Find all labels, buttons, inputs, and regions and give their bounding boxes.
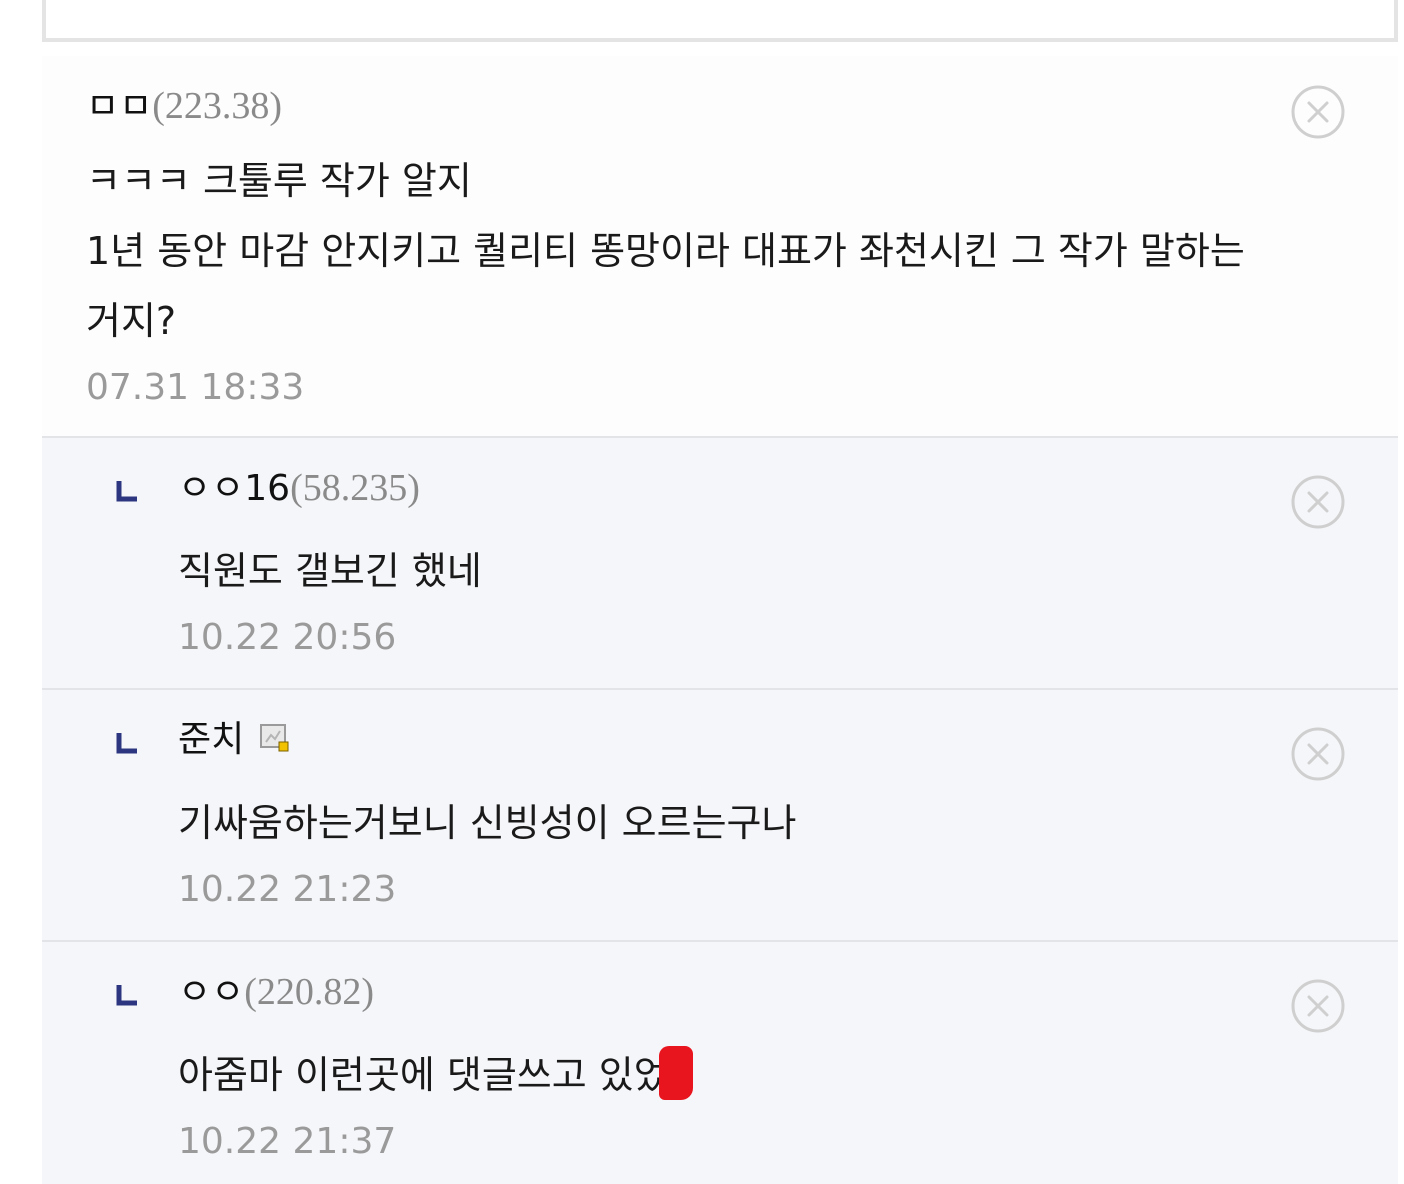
delete-reply-button[interactable] [1290,474,1346,530]
reply-item: ㅇㅇ(220.82) 아줌마 이런곳에 댓글쓰고 있었 10.22 21:37 [42,940,1398,1184]
ip-address: (223.38) [152,85,283,127]
reply-author: 준치 [178,718,290,762]
reply-timestamp: 10.22 20:56 [178,617,397,658]
comment-timestamp: 07.31 18:33 [86,367,305,408]
comment-input-box[interactable] [42,0,1398,42]
fixed-nickname-icon [260,720,290,752]
reply-text-line: 아줌마 이런곳에 댓글쓰고 있었 [178,1040,1338,1110]
delete-reply-button[interactable] [1290,726,1346,782]
reply-arrow-icon [116,481,137,502]
comment-item: ㅁㅁ(223.38) ㅋㅋㅋ 크툴루 작가 알지 1년 동안 마감 안지키고 퀄… [42,56,1398,436]
nickname[interactable]: 준치 [178,719,244,760]
reply-timestamp: 10.22 21:23 [178,869,397,910]
comment-list: ㅁㅁ(223.38) ㅋㅋㅋ 크툴루 작가 알지 1년 동안 마감 안지키고 퀄… [42,0,1398,1184]
reply-arrow-icon [116,733,137,754]
reply-text: 아줌마 이런곳에 댓글쓰고 있었 [178,1053,669,1097]
nickname[interactable]: ㅇㅇ [178,972,244,1013]
reply-text: 직원도 갤보긴 했네 [178,549,482,593]
reply-author: ㅇㅇ16(58.235) [178,466,420,511]
reply-author: ㅇㅇ(220.82) [178,970,374,1015]
delete-comment-button[interactable] [1290,84,1346,140]
delete-reply-button[interactable] [1290,978,1346,1034]
ip-address: (220.82) [244,971,375,1013]
comment-author: ㅁㅁ(223.38) [86,84,282,129]
reply-arrow-icon [116,985,137,1006]
nickname[interactable]: ㅁㅁ [86,86,152,127]
close-circle-icon [1291,475,1345,529]
redaction-mark [658,1046,693,1100]
close-circle-icon [1291,85,1345,139]
reply-timestamp: 10.22 21:37 [178,1121,397,1162]
close-circle-icon [1291,979,1345,1033]
close-circle-icon [1291,727,1345,781]
reply-item: ㅇㅇ16(58.235) 직원도 갤보긴 했네 10.22 20:56 [42,436,1398,688]
reply-item: 준치 기싸움하는거보니 신빙성이 오르는구나 10.22 21:23 [42,688,1398,940]
comment-text: ㅋㅋㅋ 크툴루 작가 알지 1년 동안 마감 안지키고 퀄리티 똥망이라 대표가… [86,159,1245,343]
ip-address: (58.235) [290,467,420,509]
reply-text: 기싸움하는거보니 신빙성이 오르는구나 [178,801,797,845]
nickname[interactable]: ㅇㅇ16 [178,468,290,509]
